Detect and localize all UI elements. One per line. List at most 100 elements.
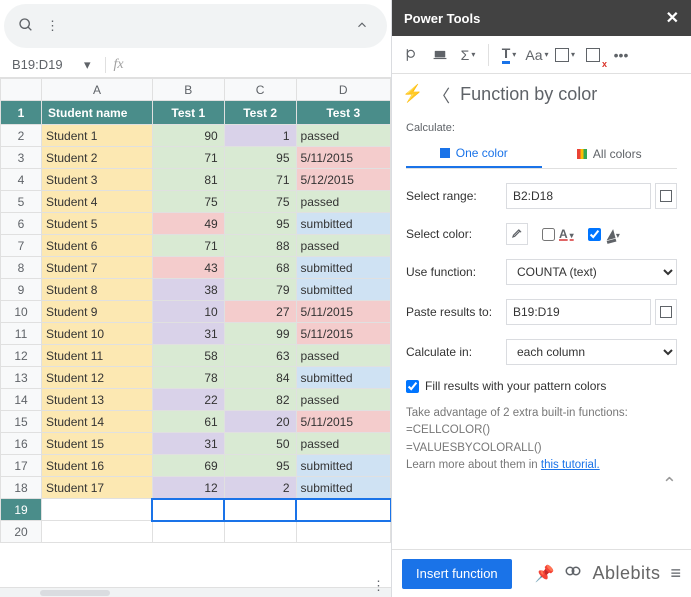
chevron-up-icon[interactable] [355,18,369,35]
cell[interactable]: 58 [152,345,224,367]
cell[interactable]: 95 [224,147,296,169]
cell[interactable]: 68 [224,257,296,279]
cell[interactable]: Student 10 [42,323,153,345]
row-header[interactable]: 13 [1,367,42,389]
cell[interactable]: 43 [152,257,224,279]
cell[interactable]: 61 [152,411,224,433]
row-header[interactable]: 17 [1,455,42,477]
cell[interactable]: passed [296,433,390,455]
insert-function-button[interactable]: Insert function [402,559,512,589]
cell[interactable] [42,521,153,543]
cell[interactable]: 2 [224,477,296,499]
col-header[interactable]: A [42,79,153,101]
cell[interactable]: Student 8 [42,279,153,301]
cell-reference[interactable]: B19:D19 [6,57,76,72]
col-header[interactable]: C [224,79,296,101]
cell[interactable]: Student 12 [42,367,153,389]
cell[interactable]: 1 [224,125,296,147]
cell[interactable] [296,499,390,521]
cell[interactable]: passed [296,389,390,411]
cell[interactable]: 81 [152,169,224,191]
menu-icon[interactable]: ≡ [670,563,681,584]
cell[interactable]: Student 14 [42,411,153,433]
collapse-icon[interactable]: ⌃ [406,474,677,495]
cell[interactable]: 31 [152,433,224,455]
table-header-cell[interactable]: Test 2 [224,101,296,125]
row-header[interactable]: 15 [1,411,42,433]
row-header[interactable]: 6 [1,213,42,235]
back-icon[interactable]: 〈 [433,82,450,107]
cell[interactable]: 75 [152,191,224,213]
cell[interactable]: passed [296,345,390,367]
cell[interactable]: sumbitted [296,213,390,235]
cell[interactable]: Student 5 [42,213,153,235]
cell[interactable]: Student 16 [42,455,153,477]
col-header[interactable]: B [152,79,224,101]
paste-results-input[interactable] [506,299,651,325]
cell[interactable]: 63 [224,345,296,367]
eyedropper-icon[interactable] [506,223,528,245]
cell[interactable]: 5/11/2015 [296,411,390,433]
row-header[interactable]: 18 [1,477,42,499]
cell[interactable]: passed [296,235,390,257]
cell[interactable]: 20 [224,411,296,433]
cell[interactable]: 5/11/2015 [296,323,390,345]
cell[interactable]: passed [296,125,390,147]
cell[interactable]: 12 [152,477,224,499]
cell[interactable]: Student 7 [42,257,153,279]
font-color-icon[interactable]: A [559,227,574,241]
row-header[interactable]: 16 [1,433,42,455]
laptop-icon[interactable] [428,43,452,67]
cell[interactable] [224,521,296,543]
cell[interactable]: 95 [224,213,296,235]
row-header[interactable]: 5 [1,191,42,213]
cell[interactable]: submitted [296,477,390,499]
row-header[interactable]: 3 [1,147,42,169]
horizontal-scrollbar[interactable]: ⋮ [0,587,391,597]
search-bar[interactable]: ⋮ [4,4,387,48]
cell[interactable]: 50 [224,433,296,455]
cell[interactable]: Student 11 [42,345,153,367]
clear-format-icon[interactable] [581,43,605,67]
cell[interactable]: Student 15 [42,433,153,455]
cell[interactable]: Student 2 [42,147,153,169]
cell[interactable] [42,499,153,521]
row-header[interactable]: 4 [1,169,42,191]
tab-all-colors[interactable]: All colors [542,140,678,168]
pin-icon[interactable]: 📌 [535,564,555,584]
tutorial-link[interactable]: this tutorial. [541,459,600,471]
row-header[interactable]: 11 [1,323,42,345]
cell[interactable]: Student 1 [42,125,153,147]
cell[interactable]: 84 [224,367,296,389]
row-header[interactable]: 19 [1,499,42,521]
cell[interactable]: submitted [296,257,390,279]
cell[interactable]: submitted [296,455,390,477]
row-header[interactable]: 1 [1,101,42,125]
fill-color-checkbox[interactable] [588,228,601,241]
cell[interactable]: 38 [152,279,224,301]
cell[interactable]: 71 [224,169,296,191]
tab-one-color[interactable]: One color [406,140,542,168]
table-header-cell[interactable]: Test 3 [296,101,390,125]
row-header[interactable]: 9 [1,279,42,301]
cell[interactable]: 78 [152,367,224,389]
cell[interactable]: 90 [152,125,224,147]
table-header-cell[interactable]: Student name [42,101,153,125]
font-size-icon[interactable]: Aa [525,43,549,67]
cell[interactable]: passed [296,191,390,213]
cell[interactable] [152,499,224,521]
text-color-icon[interactable]: T [497,43,521,67]
more-icon[interactable]: ⋮ [46,18,59,34]
sigma-icon[interactable]: Σ [456,43,480,67]
cell[interactable]: 79 [224,279,296,301]
fill-color-icon[interactable]: ◢ [605,227,620,241]
select-range-input[interactable] [506,183,651,209]
cell[interactable]: Student 6 [42,235,153,257]
cell[interactable]: Student 3 [42,169,153,191]
name-box-dropdown-icon[interactable]: ▾ [84,57,91,73]
col-header[interactable]: D [296,79,390,101]
cell[interactable]: 10 [152,301,224,323]
cell[interactable]: 82 [224,389,296,411]
range-picker-icon[interactable] [655,299,677,325]
cell[interactable]: submitted [296,367,390,389]
